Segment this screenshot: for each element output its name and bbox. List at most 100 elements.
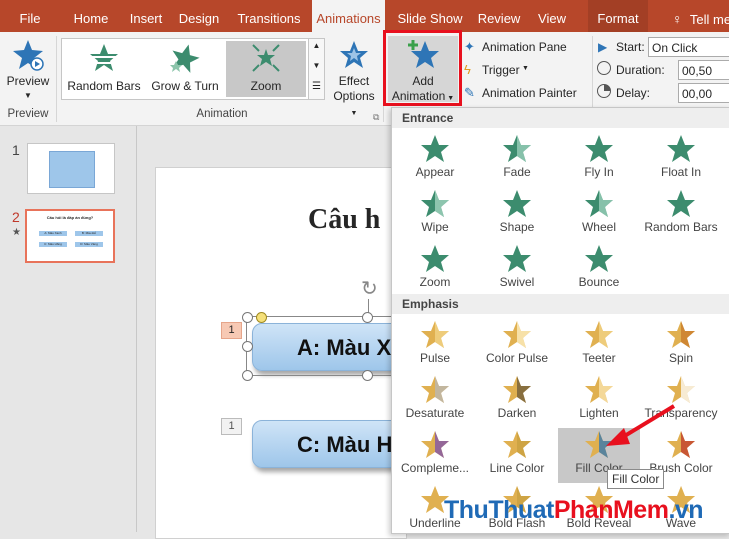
animation-teeter[interactable]: Teeter	[558, 318, 640, 373]
animation-tag-a[interactable]: 1	[221, 322, 242, 339]
animation-tag-c[interactable]: 1	[221, 418, 242, 435]
animation-darken[interactable]: Darken	[476, 373, 558, 428]
animation-zoom[interactable]: Zoom	[394, 242, 476, 297]
ribbon-tab-bar: File Home Insert Design Transitions Anim…	[0, 0, 729, 32]
animation-compleme[interactable]: Compleme...	[394, 428, 476, 483]
resize-handle[interactable]	[362, 312, 373, 323]
transparency-star-icon	[667, 376, 695, 403]
wheel-star-icon	[585, 190, 613, 217]
lighten-star-icon	[585, 376, 613, 403]
spin-star-icon	[667, 321, 695, 348]
color-pulse-star-icon	[503, 321, 531, 348]
gallery-scroll[interactable]: ▲ ▼ ☰	[308, 39, 324, 99]
animation-desaturate[interactable]: Desaturate	[394, 373, 476, 428]
chevron-down-icon: ▼	[445, 95, 455, 102]
random-bars-star-icon	[90, 44, 118, 71]
entrance-header: Entrance	[392, 108, 729, 128]
tab-insert[interactable]: Insert	[124, 0, 168, 32]
animation-shape[interactable]: Shape	[476, 187, 558, 242]
effect-zoom[interactable]: Zoom	[226, 41, 306, 97]
slide-thumbnail-2[interactable]: Câu hỏi là đáp án đúng? A: Màu Xanh B: M…	[25, 209, 115, 263]
tab-file[interactable]: File	[10, 0, 50, 32]
desaturate-star-icon	[421, 376, 449, 403]
animation-group-label: Animation	[196, 108, 248, 120]
tab-home[interactable]: Home	[66, 0, 116, 32]
resize-handle[interactable]	[242, 312, 253, 323]
scroll-up-icon[interactable]: ▲	[309, 41, 324, 50]
slide-thumbnail-1[interactable]	[27, 143, 115, 194]
tab-slide-show[interactable]: Slide Show	[395, 0, 465, 32]
slide-number-1: 1	[12, 142, 20, 158]
tab-transitions[interactable]: Transitions	[234, 0, 304, 32]
thumbnail-shape-grid	[49, 151, 95, 188]
animation-swivel[interactable]: Swivel	[476, 242, 558, 297]
emphasis-header: Emphasis	[392, 294, 729, 314]
watermark: ThuThuatPhanMem.vn	[444, 496, 704, 524]
effect-options-button[interactable]: Effect Options ▼	[329, 36, 379, 117]
resize-handle[interactable]	[242, 341, 253, 352]
tab-format[interactable]: Format	[588, 0, 648, 32]
pulse-star-icon	[421, 321, 449, 348]
animation-fly-in[interactable]: Fly In	[558, 132, 640, 187]
start-select[interactable]: On Click	[648, 37, 729, 57]
animation-wipe[interactable]: Wipe	[394, 187, 476, 242]
resize-handle[interactable]	[242, 370, 253, 381]
zoom-star-icon	[421, 245, 449, 272]
swivel-star-icon	[503, 245, 531, 272]
duration-input[interactable]: 00,50	[678, 60, 729, 80]
slide-title[interactable]: Câu h	[308, 204, 380, 236]
slide-thumbnail-pane: 1 2 ★ Câu hỏi là đáp án đúng? A: Màu Xan…	[0, 126, 137, 532]
rotate-handle-icon[interactable]: ↻	[361, 276, 378, 301]
slide[interactable]: Câu h ↻ A: Màu X C: Màu H	[155, 167, 452, 539]
animation-float-in[interactable]: Float In	[640, 132, 722, 187]
animation-pane-icon: ✦	[464, 39, 475, 54]
preview-button[interactable]: Preview ▼	[6, 36, 50, 102]
trigger-button[interactable]: ϟ Trigger ▼	[464, 61, 589, 79]
animation-spin[interactable]: Spin	[640, 318, 722, 373]
fade-star-icon	[503, 135, 531, 162]
adjust-handle[interactable]	[256, 312, 267, 323]
animation-fade[interactable]: Fade	[476, 132, 558, 187]
add-animation-gallery: Entrance Emphasis Appear Fade Fly In Float …	[391, 107, 729, 534]
animation-random-bars[interactable]: Random Bars	[640, 187, 722, 242]
lightning-icon: ϟ	[464, 62, 471, 77]
painter-brush-icon: ✎	[464, 85, 475, 100]
gallery-more-icon[interactable]: ☰	[309, 81, 324, 92]
fill-color-tooltip: Fill Color	[607, 469, 665, 489]
tell-me-search[interactable]: ♀ Tell me	[668, 0, 729, 32]
dialog-launcher-icon[interactable]: ⧉	[373, 112, 379, 123]
add-animation-button[interactable]: Add Animation ▼	[388, 36, 458, 103]
effect-options-star-icon	[340, 41, 368, 68]
animation-line-color[interactable]: Line Color	[476, 428, 558, 483]
delay-input[interactable]: 00,00	[678, 83, 729, 103]
animation-pulse[interactable]: Pulse	[394, 318, 476, 373]
scroll-down-icon[interactable]: ▼	[309, 61, 324, 70]
animation-color-pulse[interactable]: Color Pulse	[476, 318, 558, 373]
fly-in-star-icon	[585, 135, 613, 162]
wipe-star-icon	[421, 190, 449, 217]
animation-appear[interactable]: Appear	[394, 132, 476, 187]
chevron-down-icon: ▼	[522, 65, 529, 72]
grow-turn-star-icon	[170, 44, 200, 73]
resize-handle[interactable]	[362, 370, 373, 381]
tab-design[interactable]: Design	[175, 0, 223, 32]
effect-grow-turn[interactable]: Grow & Turn	[146, 41, 224, 97]
delay-clock-icon	[597, 84, 611, 98]
tab-view[interactable]: View	[533, 0, 571, 32]
lightbulb-icon: ♀	[672, 11, 683, 27]
preview-star-icon	[13, 40, 44, 71]
tab-review[interactable]: Review	[474, 0, 524, 32]
effect-random-bars[interactable]: Random Bars	[64, 41, 144, 97]
animation-star-icon: ★	[12, 227, 21, 238]
start-play-icon: ▶	[598, 40, 608, 54]
animation-painter-button[interactable]: ✎ Animation Painter	[464, 84, 589, 102]
bounce-star-icon	[585, 245, 613, 272]
animation-pane-button[interactable]: ✦ Animation Pane	[464, 38, 589, 56]
animation-bounce[interactable]: Bounce	[558, 242, 640, 297]
add-animation-star-icon	[408, 40, 439, 68]
float-in-star-icon	[667, 135, 695, 162]
tab-animations[interactable]: Animations	[312, 0, 385, 32]
duration-clock-icon	[597, 61, 611, 75]
teeter-star-icon	[585, 321, 613, 348]
animation-wheel[interactable]: Wheel	[558, 187, 640, 242]
